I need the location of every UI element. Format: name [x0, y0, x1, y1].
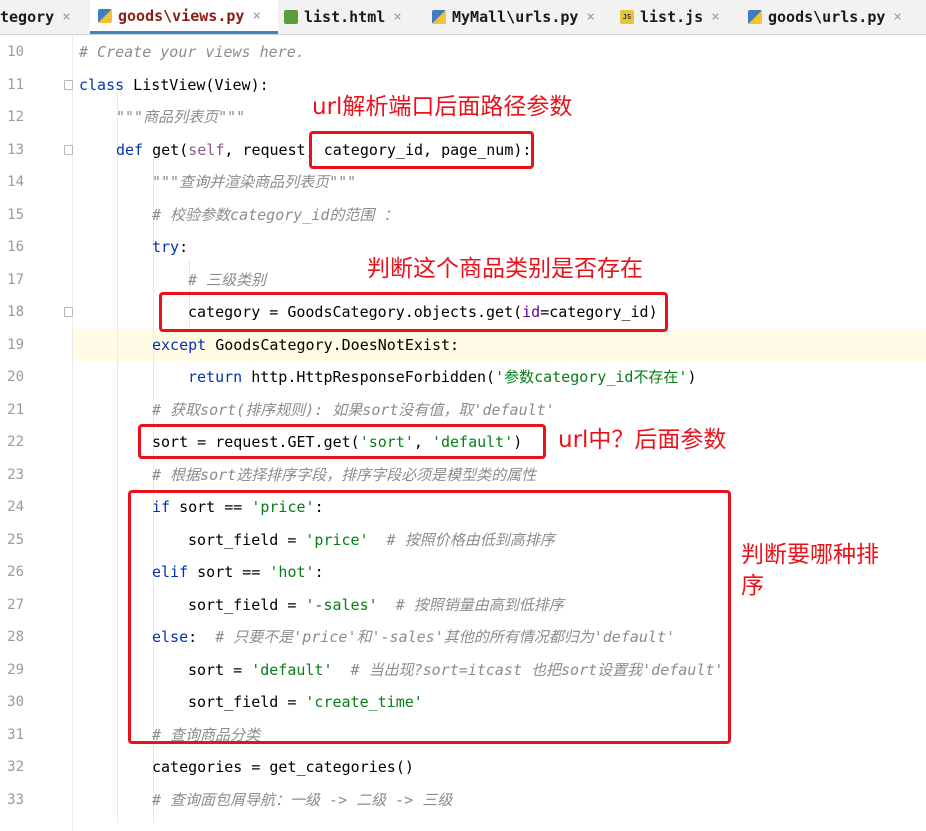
- line-number: 15: [7, 207, 24, 223]
- tab-goods-urls-py[interactable]: goods\urls.py ×: [748, 0, 926, 34]
- keyword: def: [116, 141, 144, 159]
- class-declaration: ListView(View):: [124, 76, 269, 94]
- code-text: GoodsCategory.DoesNotExist:: [206, 336, 460, 354]
- code-line-11[interactable]: class ListView(View):: [79, 69, 269, 101]
- line-number: 27: [7, 597, 24, 613]
- annotation-query-params: url中？后面参数: [558, 427, 727, 453]
- line-number: 31: [7, 727, 24, 743]
- line-number: 29: [7, 662, 24, 678]
- line-number: 32: [7, 759, 24, 775]
- tab-goods-views-py[interactable]: goods\views.py ×: [90, 0, 278, 34]
- line-number: 23: [7, 467, 24, 483]
- line-number: 10: [7, 44, 24, 60]
- line-number: 25: [7, 532, 24, 548]
- fold-marker-icon[interactable]: [64, 145, 73, 155]
- docstring: """商品列表页""": [116, 108, 246, 126]
- tab-list-html[interactable]: list.html ×: [284, 0, 414, 34]
- line-number: 11: [7, 77, 24, 93]
- code-line-16[interactable]: try:: [152, 231, 188, 263]
- tab-mymall-urls-py[interactable]: MyMall\urls.py ×: [432, 0, 607, 34]
- comment: # 根据sort选择排序字段，排序字段必须是模型类的属性: [152, 466, 537, 484]
- line-number: 12: [7, 109, 24, 125]
- tab-label: MyMall\urls.py: [452, 8, 579, 26]
- keyword: return: [188, 368, 243, 386]
- python-file-icon: [98, 8, 112, 23]
- highlight-box-sort-choice: [128, 490, 731, 744]
- close-icon[interactable]: ×: [62, 9, 70, 25]
- annotation-url-params: url解析端口后面路径参数: [312, 94, 573, 120]
- close-icon[interactable]: ×: [711, 9, 719, 25]
- tab-label: list.html: [304, 8, 386, 26]
- tab-label: list.js: [640, 8, 704, 26]
- code-text: http.HttpResponseForbidden(: [242, 368, 496, 386]
- tab-label: goods\views.py: [118, 6, 245, 25]
- tab-label: goods\urls.py: [768, 8, 886, 26]
- fold-marker-icon[interactable]: [64, 80, 73, 90]
- code-text: ): [687, 368, 697, 386]
- editor-tab-bar: tegory × goods\views.py × list.html × My…: [0, 0, 926, 35]
- docstring: """查询并渲染商品列表页""": [152, 173, 357, 191]
- code-line-19[interactable]: except GoodsCategory.DoesNotExist:: [152, 329, 459, 361]
- code-line-21[interactable]: # 获取sort(排序规则): 如果sort没有值，取'default': [152, 394, 555, 426]
- tab-list-js[interactable]: JS list.js ×: [620, 0, 735, 34]
- comment: # 校验参数category_id的范围 ：: [152, 206, 399, 224]
- js-file-icon: JS: [620, 10, 634, 24]
- line-number: 18: [7, 304, 24, 320]
- highlight-box-category: [159, 292, 668, 332]
- annotation-sort-choice: 判断要哪种排: [741, 542, 879, 568]
- close-icon[interactable]: ×: [586, 9, 594, 25]
- comment: # 查询面包屑导航：一级 -> 二级 -> 三级: [152, 791, 453, 809]
- highlight-box-sort: [138, 424, 546, 459]
- line-number: 30: [7, 694, 24, 710]
- code-line-15[interactable]: # 校验参数category_id的范围 ：: [152, 199, 398, 231]
- annotation-sort-choice: 序: [741, 573, 764, 599]
- highlight-box-url-params: [309, 131, 534, 169]
- line-number: 14: [7, 174, 24, 190]
- keyword: class: [79, 76, 125, 94]
- keyword: except: [152, 336, 207, 354]
- tab-label: tegory: [0, 8, 55, 26]
- line-number: 33: [7, 792, 24, 808]
- code-line-32[interactable]: categories = get_categories(): [152, 751, 414, 783]
- line-number: 16: [7, 239, 24, 255]
- line-number: 19: [7, 337, 24, 353]
- tab-category[interactable]: tegory ×: [0, 0, 84, 34]
- indent-guide: [117, 93, 118, 823]
- code-line-12[interactable]: """商品列表页""": [116, 101, 245, 133]
- code-text: categories = get_categories(): [152, 758, 414, 776]
- comment: # Create your views here.: [79, 43, 305, 61]
- self-keyword: self: [188, 141, 225, 159]
- code-line-10[interactable]: # Create your views here.: [79, 36, 305, 68]
- code-line-20[interactable]: return http.HttpResponseForbidden('参数cat…: [188, 361, 697, 393]
- code-text: :: [179, 238, 189, 256]
- code-line-14[interactable]: """查询并渲染商品列表页""": [152, 166, 356, 198]
- close-icon[interactable]: ×: [393, 9, 401, 25]
- line-number: 24: [7, 499, 24, 515]
- line-number: 21: [7, 402, 24, 418]
- comment: # 获取sort(排序规则): 如果sort没有值，取'default': [152, 401, 555, 419]
- line-number: 22: [7, 434, 24, 450]
- string-literal: '参数category_id不存在': [495, 368, 688, 386]
- line-number: 28: [7, 629, 24, 645]
- code-line-33[interactable]: # 查询面包屑导航：一级 -> 二级 -> 三级: [152, 784, 452, 816]
- line-number: 26: [7, 564, 24, 580]
- python-file-icon: [432, 10, 446, 24]
- python-file-icon: [748, 10, 762, 24]
- html-file-icon: [284, 10, 298, 24]
- comment: # 三级类别: [188, 271, 267, 289]
- annotation-check-category: 判断这个商品类别是否存在: [367, 256, 643, 282]
- code-line-23[interactable]: # 根据sort选择排序字段，排序字段必须是模型类的属性: [152, 459, 536, 491]
- close-icon[interactable]: ×: [252, 8, 260, 24]
- keyword: try: [152, 238, 180, 256]
- line-number: 17: [7, 272, 24, 288]
- code-text: get(: [143, 141, 189, 159]
- line-number: 20: [7, 369, 24, 385]
- line-number: 13: [7, 142, 24, 158]
- close-icon[interactable]: ×: [893, 9, 901, 25]
- fold-marker-icon[interactable]: [64, 307, 73, 317]
